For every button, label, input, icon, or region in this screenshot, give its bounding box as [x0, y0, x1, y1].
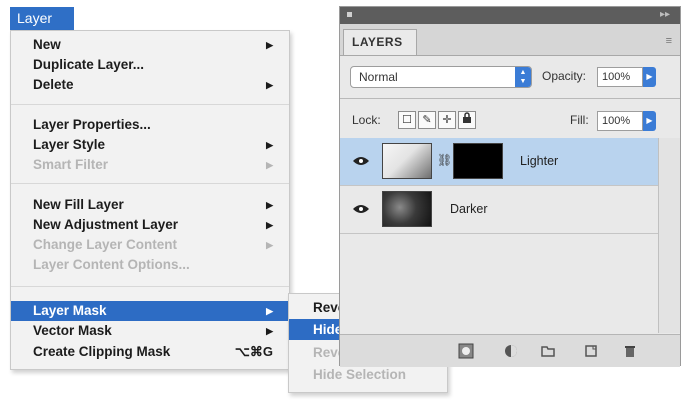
layer-row-lighter[interactable]: ⛓ Lighter	[340, 138, 658, 186]
menu-item-label: New	[33, 37, 61, 52]
layer-name[interactable]: Darker	[450, 202, 488, 216]
submenu-arrow-icon: ▶	[266, 306, 273, 316]
collapse-icon[interactable]: ▸▸	[660, 10, 670, 20]
menu-item-layer-properties[interactable]: Layer Properties...	[11, 115, 289, 135]
blend-mode-value: Normal	[359, 70, 398, 84]
menu-item-label: New Adjustment Layer	[33, 217, 179, 232]
menu-item-label: Vector Mask	[33, 323, 112, 338]
menu-item-new-adjustment-layer[interactable]: New Adjustment Layer ▶	[11, 215, 289, 235]
menu-item-label: Delete	[33, 77, 74, 92]
submenu-arrow-icon: ▶	[266, 80, 273, 90]
layers-scrollbar[interactable]	[658, 138, 680, 333]
menu-separator	[11, 286, 289, 287]
panel-titlebar[interactable]: ▸▸	[340, 7, 680, 24]
submenu-arrow-icon: ▶	[266, 160, 273, 170]
fill-label: Fill:	[570, 113, 589, 127]
menu-item-label: Smart Filter	[33, 157, 109, 172]
fill-field[interactable]: 100%	[597, 111, 643, 131]
eye-visibility-icon[interactable]	[352, 203, 370, 215]
lock-transparent-pixels-icon[interactable]: ☐	[398, 111, 416, 129]
submenu-arrow-icon: ▶	[266, 326, 273, 336]
lock-position-icon[interactable]: ✛	[438, 111, 456, 129]
menu-item-vector-mask[interactable]: Vector Mask ▶	[11, 321, 289, 341]
layer-name[interactable]: Lighter	[520, 154, 558, 168]
divider	[340, 98, 680, 99]
menu-item-layer-content-options: Layer Content Options...	[11, 255, 289, 275]
padlock-icon	[463, 112, 471, 123]
blend-mode-select[interactable]: Normal ▲ ▼	[350, 66, 532, 88]
lock-all-icon[interactable]	[458, 111, 476, 129]
close-icon[interactable]	[347, 12, 352, 17]
menu-item-label: Layer Properties...	[33, 117, 151, 132]
menu-item-new[interactable]: New ▶	[11, 35, 289, 55]
submenu-arrow-icon: ▶	[266, 200, 273, 210]
fill-dropdown-arrow-icon[interactable]: ▶	[643, 111, 656, 131]
tab-layers[interactable]: LAYERS	[343, 29, 417, 55]
menu-item-label: Duplicate Layer...	[33, 57, 145, 72]
layer-mask-thumbnail[interactable]	[453, 143, 503, 179]
select-stepper-icon: ▲ ▼	[515, 67, 531, 87]
panel-bottom-toolbar	[340, 334, 680, 367]
menu-title-layer[interactable]: Layer	[10, 7, 74, 30]
menu-item-label: Create Clipping Mask	[33, 344, 171, 359]
menu-item-label: Layer Mask	[33, 303, 107, 318]
new-layer-icon[interactable]	[583, 343, 599, 359]
opacity-label: Opacity:	[542, 69, 587, 83]
menu-item-layer-style[interactable]: Layer Style ▶	[11, 135, 289, 155]
panel-menu-icon[interactable]: ≡	[666, 35, 672, 47]
layers-list: ⛓ Lighter Darker	[340, 138, 680, 333]
menu-item-label: Layer Content Options...	[33, 257, 190, 272]
opacity-field[interactable]: 100%	[597, 67, 643, 87]
submenu-arrow-icon: ▶	[266, 240, 273, 250]
menu-item-smart-filter: Smart Filter ▶	[11, 155, 289, 175]
submenu-arrow-icon: ▶	[266, 40, 273, 50]
link-chain-icon[interactable]: ⛓	[437, 153, 452, 167]
menu-item-change-layer-content: Change Layer Content ▶	[11, 235, 289, 255]
layer-thumbnail[interactable]	[382, 143, 432, 179]
menu-item-delete[interactable]: Delete ▶	[11, 75, 289, 95]
menu-item-new-fill-layer[interactable]: New Fill Layer ▶	[11, 195, 289, 215]
trash-delete-icon[interactable]	[622, 343, 638, 359]
layer-thumbnail[interactable]	[382, 191, 432, 227]
menu-item-label: Layer Style	[33, 137, 106, 152]
submenu-arrow-icon: ▶	[266, 220, 273, 230]
menu-item-label: New Fill Layer	[33, 197, 124, 212]
menu-separator	[11, 183, 289, 184]
menu-item-layer-mask[interactable]: Layer Mask ▶	[11, 301, 289, 321]
submenu-arrow-icon: ▶	[266, 140, 273, 150]
new-group-folder-icon[interactable]	[540, 343, 556, 359]
layer-row-darker[interactable]: Darker	[340, 186, 658, 234]
add-layer-mask-icon[interactable]	[458, 343, 474, 359]
menu-separator	[11, 104, 289, 105]
eye-visibility-icon[interactable]	[352, 155, 370, 167]
layers-panel: ▸▸ LAYERS ≡ Normal ▲ ▼ Opacity: 100% ▶ Lo…	[339, 6, 681, 367]
lock-label: Lock:	[352, 113, 381, 127]
menu-item-create-clipping-mask[interactable]: Create Clipping Mask ⌥⌘G	[11, 342, 289, 362]
submenu-item-hide-selection: Hide Selection	[313, 367, 407, 382]
menu-item-duplicate-layer[interactable]: Duplicate Layer...	[11, 55, 289, 75]
layer-menu: New ▶ Duplicate Layer... Delete ▶ Layer …	[10, 30, 290, 370]
panel-body: Normal ▲ ▼ Opacity: 100% ▶ Lock: ☐ ✎ ✛ Fi…	[340, 55, 680, 367]
lock-image-pixels-icon[interactable]: ✎	[418, 111, 436, 129]
menu-item-label: Change Layer Content	[33, 237, 178, 252]
keyboard-shortcut: ⌥⌘G	[234, 344, 273, 359]
new-adjustment-layer-icon[interactable]	[503, 343, 519, 359]
opacity-dropdown-arrow-icon[interactable]: ▶	[643, 67, 656, 87]
